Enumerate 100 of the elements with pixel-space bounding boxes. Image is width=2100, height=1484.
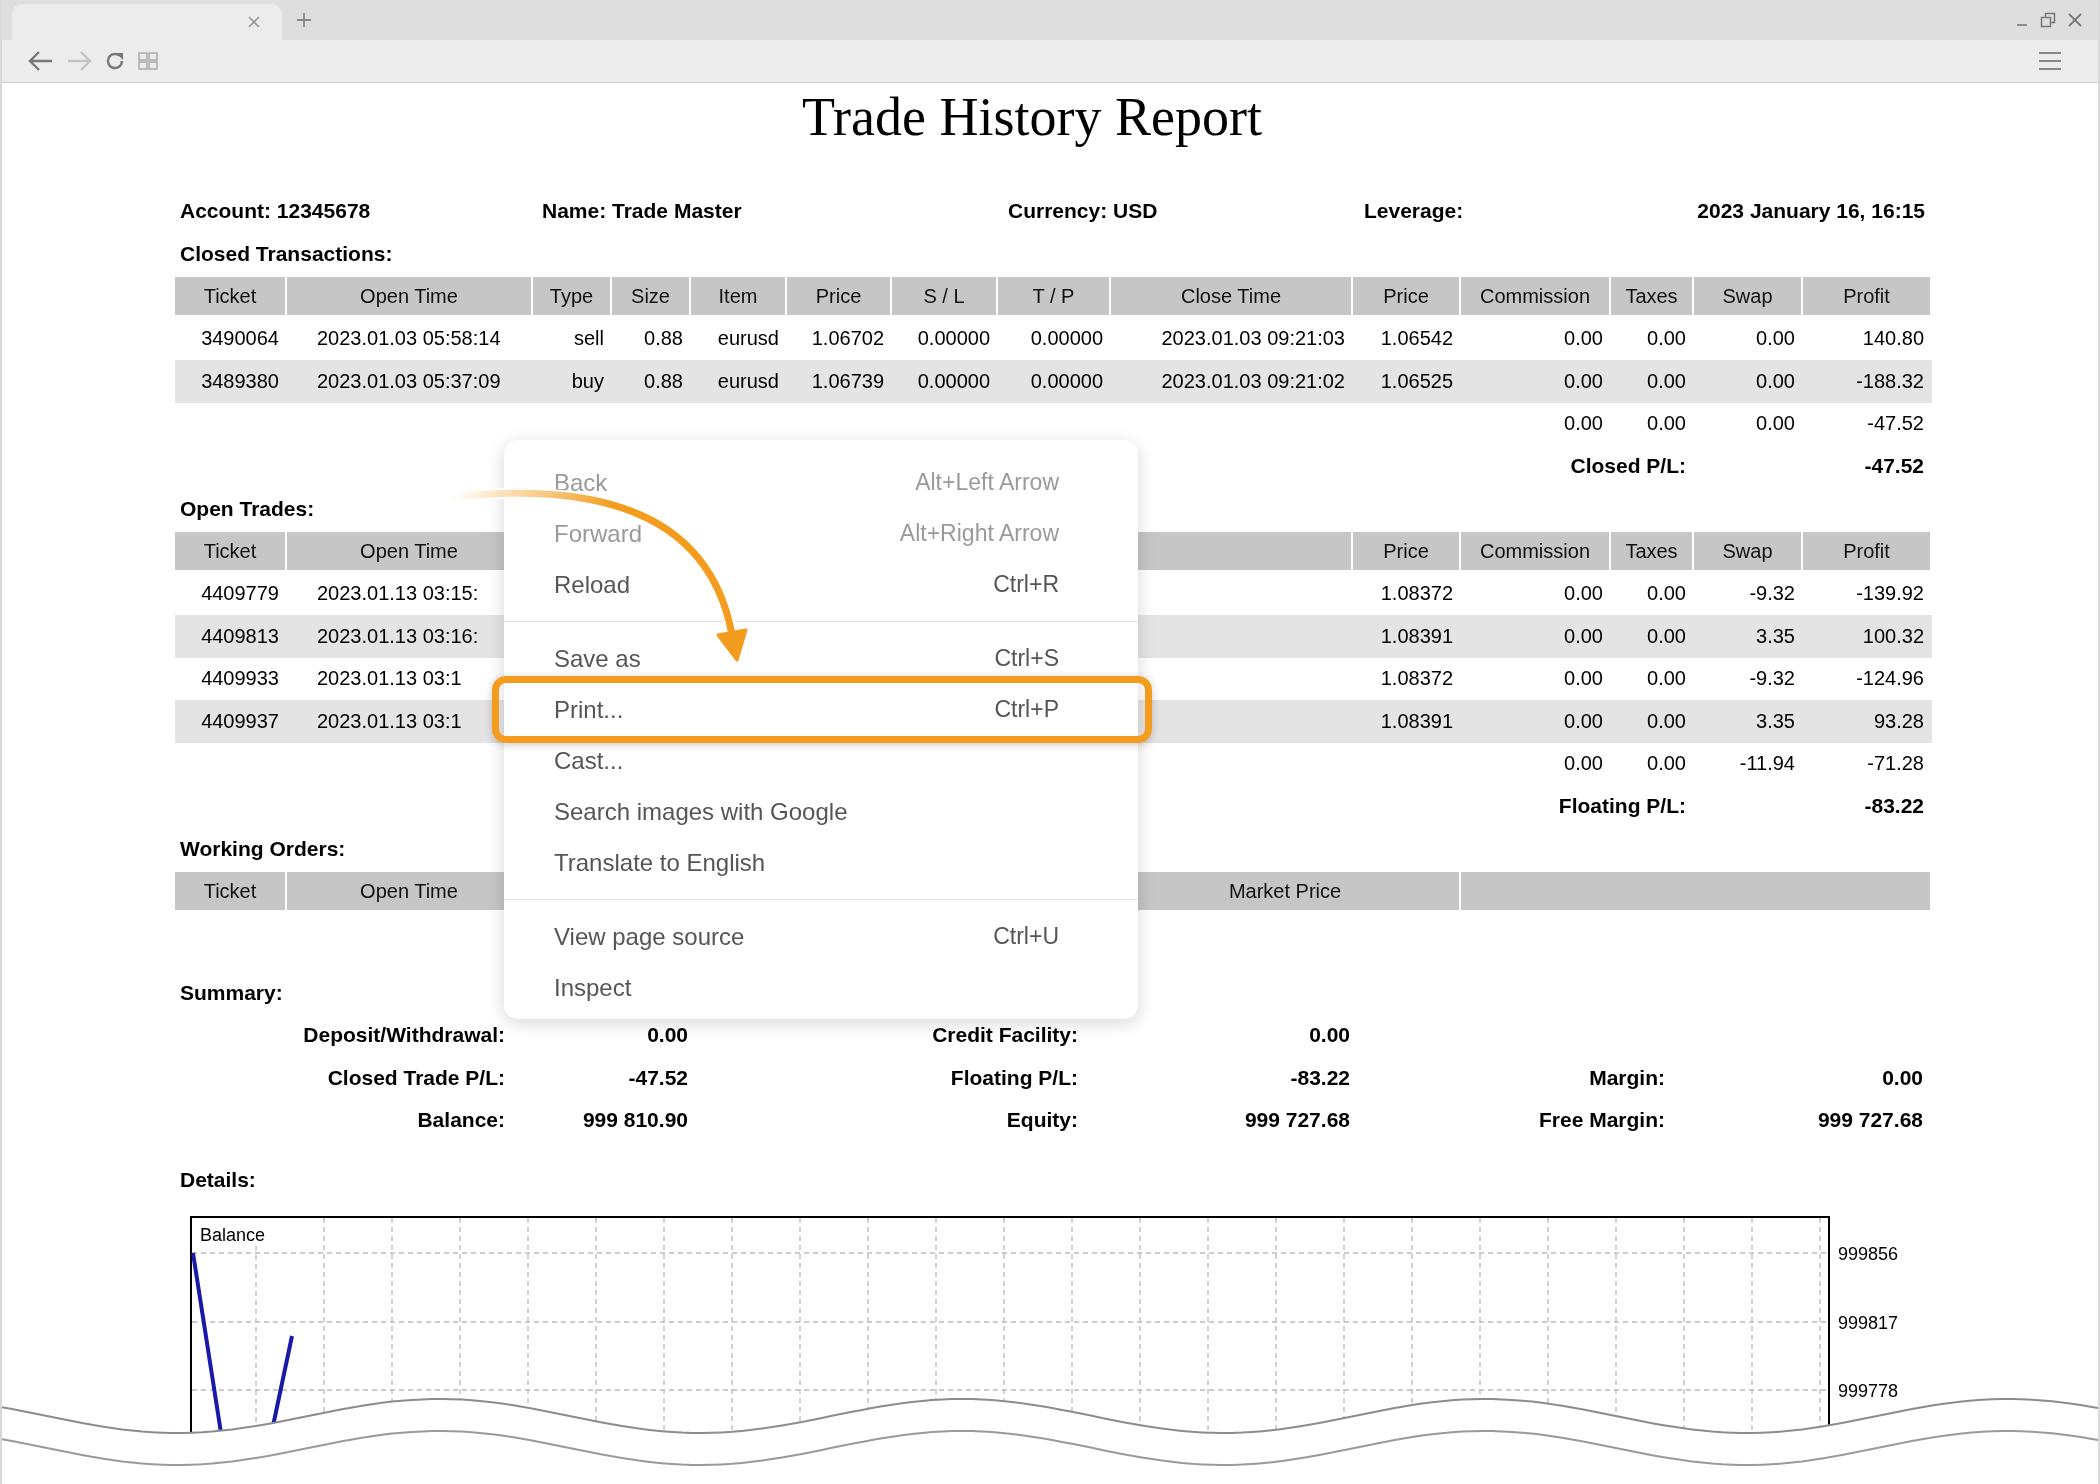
table-cell-text: 1.06525	[1379, 369, 1454, 393]
account-info: Currency: USD	[1008, 199, 1159, 224]
column-header: Close Time	[1111, 277, 1351, 316]
total-cell-text: 0.00	[1563, 752, 1604, 776]
table-cell-text: 2023.01.13 03:15:	[316, 582, 480, 606]
table-cell-text: 2023.01.03 05:58:14	[316, 327, 502, 351]
keyboard-shortcut: Ctrl+U	[993, 923, 1059, 950]
table-cell-text: 0.00	[1755, 369, 1796, 393]
column-header: Commission	[1461, 277, 1609, 316]
keyboard-shortcut: Ctrl+P	[994, 696, 1059, 723]
table-cell-text: 3.35	[1755, 709, 1796, 733]
summary-label: Free Margin:	[1537, 1108, 1666, 1133]
table-cell-text: 0.00	[1563, 369, 1604, 393]
report-title: Trade History Report	[801, 86, 1263, 149]
menu-item[interactable]: Cast...	[504, 743, 1138, 778]
table-cell-text: 0.00	[1646, 327, 1687, 351]
column-header: Taxes	[1611, 277, 1692, 316]
menu-item[interactable]: Print... Ctrl+P	[504, 692, 1138, 727]
restore-icon[interactable]	[2040, 12, 2056, 28]
result-label: Closed P/L:	[1569, 454, 1687, 479]
chart-title: Balance	[200, 1225, 266, 1245]
table-cell-text: 0.00	[1646, 582, 1687, 606]
keyboard-shortcut: Alt+Left Arrow	[915, 469, 1059, 496]
table-cell-text: 0.00000	[1029, 327, 1104, 351]
summary-label: Balance:	[416, 1108, 506, 1133]
table-cell-text: 2023.01.13 03:1	[316, 667, 463, 691]
total-cell-text: -11.94	[1738, 752, 1796, 776]
section-heading: Details:	[179, 1166, 256, 1193]
total-cell-text: 0.00	[1646, 752, 1687, 776]
menu-icon[interactable]	[2038, 51, 2062, 71]
back-icon[interactable]	[28, 50, 54, 72]
column-header: Size	[612, 277, 689, 316]
result-value: -83.22	[1863, 794, 1925, 819]
summary-value: 999 727.68	[1816, 1108, 1923, 1133]
table-cell-text: -124.96	[1855, 667, 1925, 691]
column-header: Price	[1353, 532, 1459, 571]
column-header: Swap	[1694, 277, 1801, 316]
summary-label: Deposit/Withdrawal:	[302, 1023, 506, 1048]
account-info: Account: 12345678	[180, 199, 372, 224]
table-cell-text: buy	[570, 369, 605, 393]
section-heading: Working Orders:	[179, 835, 346, 862]
account-info: 2023 January 16, 16:15	[1697, 199, 1925, 224]
summary-value: 999 727.68	[1243, 1108, 1350, 1133]
total-cell-text: -47.52	[1866, 412, 1925, 436]
table-cell-text: 3489380	[200, 369, 280, 393]
menu-item[interactable]: Inspect	[504, 970, 1138, 1005]
close-icon[interactable]	[2068, 13, 2082, 27]
table-cell-text: 1.08372	[1379, 667, 1454, 691]
keyboard-shortcut: Ctrl+S	[994, 645, 1059, 672]
menu-item[interactable]: Save as Ctrl+S	[504, 641, 1138, 676]
table-cell-text: 1.06542	[1379, 327, 1454, 351]
y-axis-label: 999817	[1838, 1313, 1899, 1333]
total-cell-text: 0.00	[1646, 412, 1687, 436]
table-cell-text: 4409779	[200, 582, 280, 606]
table-cell-text: eurusd	[716, 327, 780, 351]
reload-icon[interactable]	[104, 50, 126, 72]
section-heading: Open Trades:	[179, 495, 315, 522]
table-cell-text: 1.06739	[810, 369, 885, 393]
table-cell-text: 4409933	[200, 667, 280, 691]
table-cell-text: 3.35	[1755, 624, 1796, 648]
summary-value: -83.22	[1289, 1065, 1350, 1090]
table-cell-text: 0.00	[1646, 369, 1687, 393]
table-cell-text: 0.00	[1563, 582, 1604, 606]
total-cell-text: 0.00	[1563, 412, 1604, 436]
table-cell-text: 100.32	[1861, 624, 1925, 648]
result-label: Floating P/L:	[1557, 794, 1687, 819]
table-cell-text: 0.00	[1563, 709, 1604, 733]
menu-item[interactable]: Search images with Google	[504, 794, 1138, 829]
table-cell-text: 2023.01.03 05:37:09	[316, 369, 502, 393]
table-cell-text: 0.00	[1563, 624, 1604, 648]
column-header: T / P	[998, 277, 1109, 316]
table-cell-text: 2023.01.03 09:21:03	[1160, 327, 1346, 351]
close-icon[interactable]	[248, 16, 260, 28]
table-cell-text: 0.00000	[916, 369, 991, 393]
table-cell-text: 1.08391	[1379, 709, 1454, 733]
table-cell-text: 1.08391	[1379, 624, 1454, 648]
table-cell-text: -139.92	[1855, 582, 1925, 606]
keyboard-shortcut: Ctrl+R	[993, 571, 1059, 598]
table-cell-text: 3490064	[200, 327, 280, 351]
column-header: Price	[1353, 277, 1459, 316]
summary-label: Floating P/L:	[949, 1065, 1079, 1090]
summary-value: 999 810.90	[581, 1108, 688, 1133]
y-axis-label: 999778	[1838, 1381, 1899, 1401]
y-axis-label: 999856	[1838, 1244, 1899, 1264]
column-header: Type	[533, 277, 610, 316]
table-cell-text: 0.00000	[1029, 369, 1104, 393]
apps-grid-icon[interactable]	[138, 52, 158, 70]
column-header: Price	[787, 277, 890, 316]
result-value: -47.52	[1863, 454, 1925, 479]
new-tab-icon[interactable]	[296, 12, 312, 28]
summary-label: Credit Facility:	[931, 1023, 1079, 1048]
table-cell-text: 0.00	[1755, 327, 1796, 351]
table-cell-text: -188.32	[1855, 369, 1925, 393]
keyboard-shortcut: Alt+Right Arrow	[899, 520, 1059, 547]
table-cell-text: 1.06702	[810, 327, 885, 351]
table-cell-text: 2023.01.13 03:16:	[316, 624, 480, 648]
table-cell-text: 2023.01.03 09:21:02	[1160, 369, 1346, 393]
column-header: Swap	[1694, 532, 1801, 571]
menu-item[interactable]: View page source Ctrl+U	[504, 919, 1138, 954]
table-cell-text: 0.00	[1563, 327, 1604, 351]
